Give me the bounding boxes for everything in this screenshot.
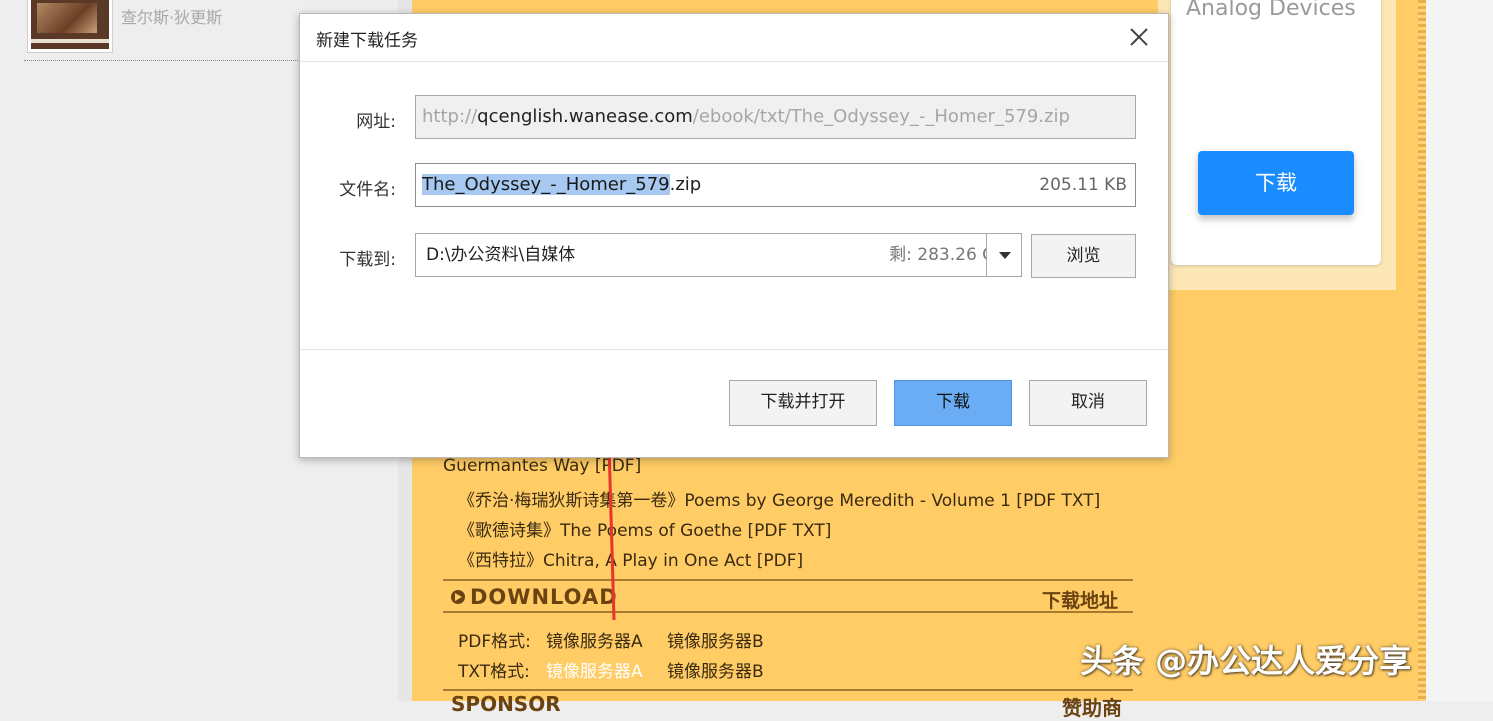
file-size: 205.11 KB (1039, 175, 1127, 195)
section-rule (443, 689, 1133, 691)
right-margin (1426, 0, 1493, 701)
path-dropdown-button[interactable] (986, 233, 1022, 277)
filename-selection: The_Odyssey_-_Homer_579 (422, 174, 670, 195)
url-field[interactable]: http://qcenglish.wanease.com/ebook/txt/T… (415, 95, 1136, 139)
saveto-label: 下载到: (339, 250, 396, 270)
author-name[interactable]: 查尔斯·狄更斯 (121, 4, 222, 28)
txt-mirror-a-link[interactable]: 镜像服务器A (546, 657, 643, 682)
browse-button[interactable]: 浏览 (1031, 234, 1136, 278)
save-path-input[interactable]: D:\办公资料\自媒体 剩: 283.26 GB (415, 233, 1022, 277)
pdf-mirror-b-link[interactable]: 镜像服务器B (667, 627, 764, 652)
ad-brand: Analog Devices (1186, 0, 1356, 21)
divider (24, 60, 304, 61)
download-and-open-button[interactable]: 下载并打开 (729, 380, 877, 426)
url-label: 网址: (356, 112, 396, 132)
arrow-circle-icon (451, 590, 465, 604)
ad-card (1171, 0, 1381, 265)
book-link[interactable]: 《西特拉》Chitra, A Play in One Act [PDF] (458, 546, 803, 571)
section-rule (443, 579, 1133, 581)
filename-extension: .zip (669, 174, 702, 195)
download-heading-cn: 下载地址 (1042, 590, 1119, 612)
pdf-format-label: PDF格式: (458, 632, 531, 652)
book-cover-thumbnail[interactable] (28, 0, 112, 52)
close-icon[interactable] (1126, 24, 1152, 50)
filename-label: 文件名: (339, 180, 396, 200)
txt-mirror-b-link[interactable]: 镜像服务器B (667, 657, 764, 682)
txt-format-label: TXT格式: (458, 662, 530, 682)
title-separator (300, 61, 1168, 62)
book-link[interactable]: 《歌德诗集》The Poems of Goethe [PDF TXT] (458, 516, 831, 541)
filename-input[interactable]: The_Odyssey_-_Homer_579.zip 205.11 KB (415, 163, 1136, 207)
pdf-mirror-a-link[interactable]: 镜像服务器A (546, 627, 643, 652)
url-host: qcenglish.wanease.com (477, 106, 693, 127)
panel-edge (1418, 0, 1426, 701)
sponsor-heading-cn: 赞助商 (1062, 696, 1122, 720)
watermark: 头条 @办公达人爱分享 (1080, 642, 1412, 680)
dialog-title: 新建下载任务 (316, 31, 418, 51)
download-button[interactable]: 下载 (894, 380, 1012, 426)
footer-separator (300, 349, 1168, 350)
cancel-button[interactable]: 取消 (1029, 380, 1147, 426)
ad-download-button[interactable]: 下载 (1198, 151, 1354, 215)
url-path: /ebook/txt/The_Odyssey_-_Homer_579.zip (692, 106, 1070, 127)
save-path: D:\办公资料\自媒体 (426, 245, 576, 265)
url-prefix: http:// (422, 106, 478, 127)
new-download-dialog: 新建下载任务 网址: http://qcenglish.wanease.com/… (299, 13, 1169, 458)
book-link[interactable]: 《乔治·梅瑞狄斯诗集第一卷》Poems by George Meredith -… (458, 486, 1100, 511)
sponsor-heading: SPONSOR (451, 692, 561, 716)
section-rule (443, 611, 1133, 613)
